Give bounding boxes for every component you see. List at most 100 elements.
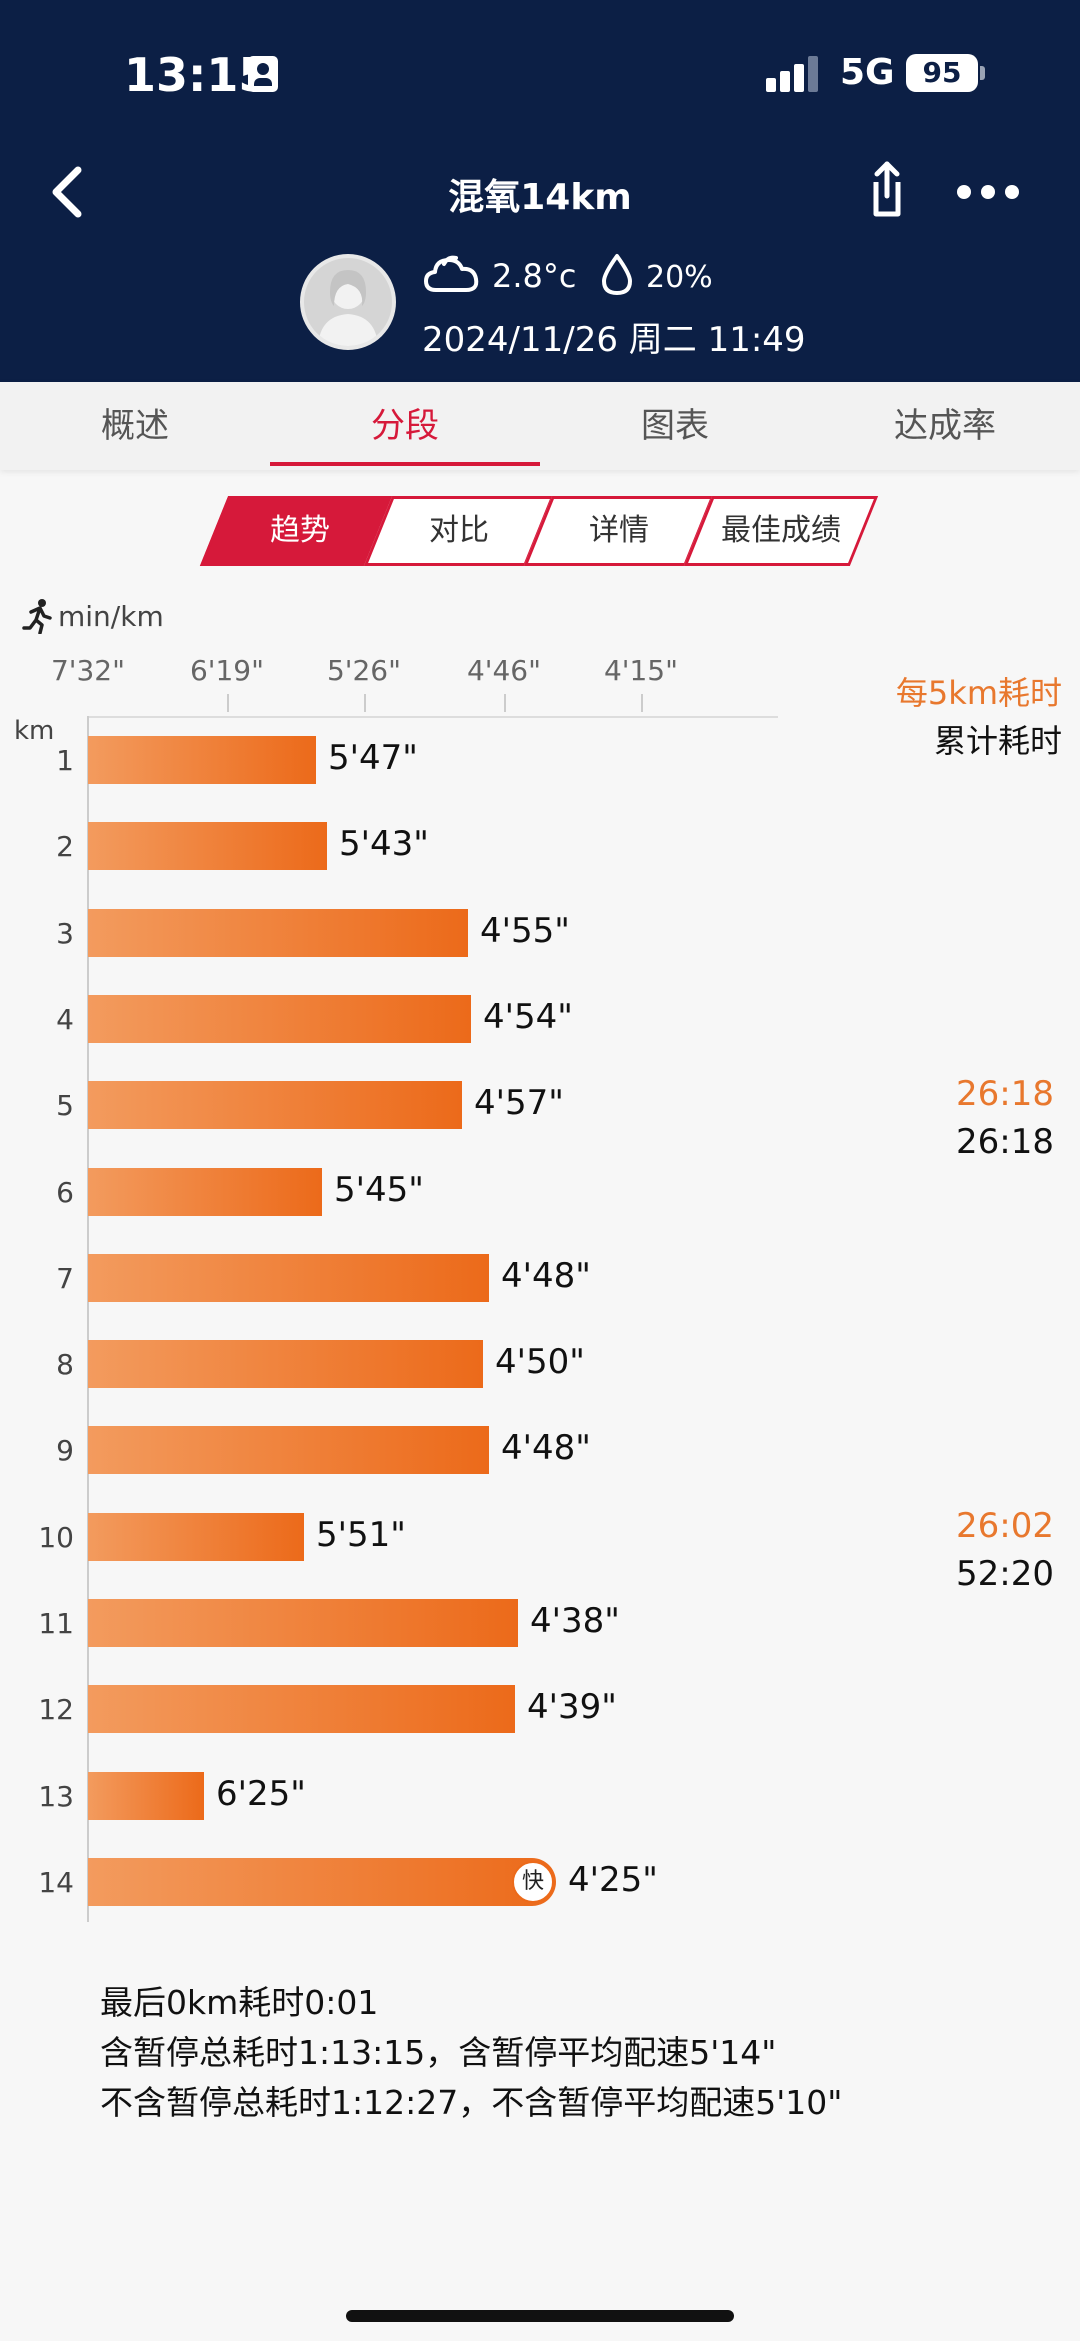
pace-bar[interactable] bbox=[88, 1081, 462, 1129]
axis-tick-label: 6'19" bbox=[189, 654, 265, 687]
more-dots-icon bbox=[957, 185, 1019, 199]
pace-bar[interactable] bbox=[88, 1254, 489, 1302]
share-button[interactable] bbox=[862, 160, 912, 220]
battery-icon: 95 bbox=[906, 54, 978, 92]
axis-tick-label: 4'15" bbox=[603, 654, 679, 687]
pace-value-label: 5'45" bbox=[334, 1170, 424, 1210]
humidity: 20% bbox=[646, 260, 713, 295]
activity-datetime: 2024/11/26 周二 11:49 bbox=[422, 320, 806, 360]
summary-last-km: 最后0km耗时0:01 bbox=[100, 1983, 379, 2022]
five-km-time-title: 每5km耗时 bbox=[895, 674, 1062, 712]
cumulative-time-title: 累计耗时 bbox=[933, 722, 1062, 760]
temperature: 2.8°c bbox=[492, 257, 577, 295]
chart-axis-top bbox=[88, 716, 778, 718]
km-axis-label: km bbox=[14, 716, 55, 746]
tab-achievement[interactable]: 达成率 bbox=[810, 382, 1080, 470]
pace-bar[interactable] bbox=[88, 1168, 322, 1216]
tab-charts[interactable]: 图表 bbox=[540, 382, 810, 470]
split-cumulative-time: 52:20 bbox=[956, 1554, 1054, 1594]
fastest-badge: 快 bbox=[512, 1861, 554, 1903]
km-row-label: 8 bbox=[56, 1348, 74, 1381]
network-type: 5G bbox=[840, 52, 895, 93]
axis-tick-label: 4'46" bbox=[466, 654, 542, 687]
axis-tick-mark bbox=[227, 694, 229, 712]
pace-value-label: 4'48" bbox=[501, 1428, 591, 1468]
segment-details-label: 详情 bbox=[589, 513, 649, 548]
pace-value-label: 6'25" bbox=[216, 1774, 306, 1814]
axis-tick-mark bbox=[641, 694, 643, 712]
more-button[interactable] bbox=[955, 172, 1021, 212]
pace-unit-label: min/km bbox=[58, 600, 164, 633]
axis-tick-label: 7'32" bbox=[50, 654, 126, 687]
tab-overview[interactable]: 概述 bbox=[0, 382, 270, 470]
pace-value-label: 4'25" bbox=[568, 1860, 658, 1900]
pace-bar[interactable] bbox=[88, 909, 468, 957]
header: 13:15 5G 95 混氧14km 2.8°c 20% 2024/11/26 … bbox=[0, 0, 1080, 382]
segment-trend-label: 趋势 bbox=[270, 513, 330, 548]
pace-value-label: 4'38" bbox=[530, 1601, 620, 1641]
segment-compare-label: 对比 bbox=[429, 513, 489, 548]
pace-bar[interactable] bbox=[88, 1599, 518, 1647]
km-row-label: 1 bbox=[56, 744, 74, 777]
split-5km-time: 26:18 bbox=[956, 1074, 1054, 1114]
page-title: 混氧14km bbox=[448, 177, 632, 218]
avatar[interactable] bbox=[300, 254, 396, 350]
segment-trend[interactable]: 趋势 bbox=[199, 496, 401, 566]
cloudy-icon bbox=[424, 255, 479, 292]
summary-without-pause: 不含暂停总耗时1:12:27，不含暂停平均配速5'10" bbox=[100, 2083, 843, 2122]
user-silhouette-icon bbox=[318, 270, 378, 346]
pace-bar[interactable] bbox=[88, 1340, 483, 1388]
pace-bar[interactable] bbox=[88, 1426, 489, 1474]
pace-bar[interactable] bbox=[88, 822, 327, 870]
share-icon bbox=[873, 161, 901, 217]
pace-bar[interactable] bbox=[88, 1772, 204, 1820]
km-row-label: 6 bbox=[56, 1176, 74, 1209]
tab-bar: 概述 分段 图表 达成率 bbox=[0, 382, 1080, 470]
axis-tick-mark bbox=[504, 694, 506, 712]
segment-compare[interactable]: 对比 bbox=[363, 496, 555, 566]
pace-bar[interactable] bbox=[88, 1685, 515, 1733]
running-icon bbox=[22, 599, 52, 634]
pace-bar[interactable] bbox=[88, 736, 316, 784]
segment-best[interactable]: 最佳成绩 bbox=[683, 496, 879, 566]
pace-value-label: 4'54" bbox=[483, 997, 573, 1037]
km-row-label: 5 bbox=[56, 1089, 74, 1122]
km-row-label: 3 bbox=[56, 917, 74, 950]
split-cumulative-time: 26:18 bbox=[956, 1122, 1054, 1162]
km-row-label: 14 bbox=[38, 1866, 74, 1899]
km-row-label: 7 bbox=[56, 1262, 74, 1295]
km-row-label: 13 bbox=[38, 1780, 74, 1813]
axis-tick-label: 5'26" bbox=[326, 654, 402, 687]
pace-value-label: 4'50" bbox=[495, 1342, 585, 1382]
battery-tip bbox=[980, 66, 985, 80]
run-summary: 最后0km耗时0:01 含暂停总耗时1:13:15，含暂停平均配速5'14" 不… bbox=[100, 1978, 842, 2128]
segment-best-label: 最佳成绩 bbox=[721, 513, 841, 548]
pace-value-label: 4'57" bbox=[474, 1083, 564, 1123]
pace-value-label: 5'51" bbox=[316, 1515, 406, 1555]
km-row-label: 2 bbox=[56, 830, 74, 863]
pace-value-label: 5'47" bbox=[328, 738, 418, 778]
pace-value-label: 4'39" bbox=[527, 1687, 617, 1727]
summary-with-pause: 含暂停总耗时1:13:15，含暂停平均配速5'14" bbox=[100, 2033, 777, 2072]
km-row-label: 11 bbox=[38, 1607, 74, 1640]
pace-value-label: 4'55" bbox=[480, 911, 570, 951]
pace-value-label: 4'48" bbox=[501, 1256, 591, 1296]
km-row-label: 9 bbox=[56, 1434, 74, 1467]
split-5km-time: 26:02 bbox=[956, 1506, 1054, 1546]
humidity-drop-icon bbox=[602, 254, 632, 295]
tab-splits[interactable]: 分段 bbox=[270, 382, 540, 470]
id-card-icon bbox=[248, 56, 278, 92]
signal-icon bbox=[766, 56, 820, 92]
km-row-label: 10 bbox=[38, 1521, 74, 1554]
pace-bar[interactable] bbox=[88, 995, 471, 1043]
segment-details[interactable]: 详情 bbox=[523, 496, 715, 566]
axis-tick-mark bbox=[364, 694, 366, 712]
pace-bar[interactable] bbox=[88, 1513, 304, 1561]
pace-bar[interactable] bbox=[88, 1858, 556, 1906]
km-row-label: 12 bbox=[38, 1693, 74, 1726]
km-row-label: 4 bbox=[56, 1003, 74, 1036]
pace-value-label: 5'43" bbox=[339, 824, 429, 864]
home-indicator bbox=[346, 2310, 734, 2322]
active-tab-indicator bbox=[270, 462, 540, 466]
chart-axis-left bbox=[87, 716, 89, 1922]
